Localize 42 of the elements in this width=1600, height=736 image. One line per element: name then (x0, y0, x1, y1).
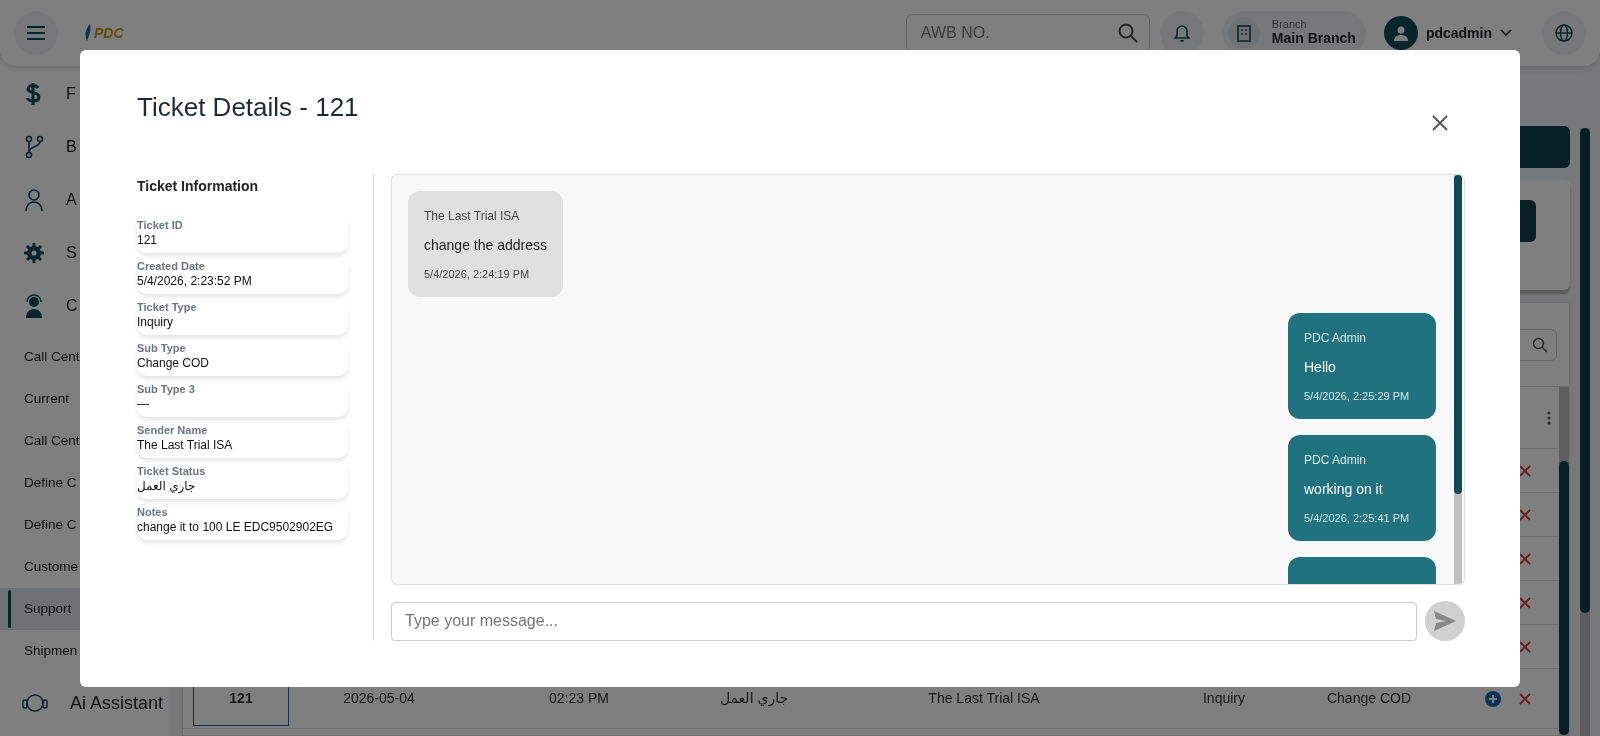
field-value: The Last Trial ISA (137, 437, 234, 454)
table-cell-text: Change COD (1325, 689, 1412, 708)
message-sender: PDC Admin (1304, 452, 1368, 469)
field-label: Ticket Type (137, 301, 198, 315)
field-value: 121 (137, 232, 159, 249)
message-sender: The Last Trial ISA (424, 208, 521, 225)
group-label: S (66, 242, 77, 263)
branch-name: Main Branch (1271, 30, 1356, 47)
message-time: 5/4/2026, 2:25:41 PM (1304, 511, 1411, 526)
dialog-title: Ticket Details - 121 (137, 92, 359, 124)
group-label: B (66, 136, 77, 157)
field-value: Inquiry (137, 314, 175, 331)
field-label: Sub Type 3 (137, 383, 196, 397)
table-cell-text: 2026-05-04 (342, 689, 416, 708)
field-label: Created Date (137, 260, 206, 274)
message-time: 5/4/2026, 2:24:19 PM (424, 267, 531, 282)
field-value: — (137, 396, 150, 413)
field-label: Notes (137, 506, 169, 520)
field-label: Ticket Status (137, 465, 207, 479)
field-label: Sub Type (137, 342, 187, 356)
field-value: جاري العمل (137, 478, 197, 495)
table-cell-text: Inquiry (1202, 689, 1246, 708)
table-cell-text: The Last Trial ISA (927, 689, 1041, 708)
branch-label: Branch (1271, 19, 1308, 31)
message-text: change the address (424, 236, 547, 255)
section-heading: Ticket Information (137, 177, 260, 196)
field-label: Sender Name (137, 424, 209, 438)
assistant-label: Ai Assistant (70, 691, 164, 715)
group-label: C (66, 295, 78, 316)
table-cell-text: جاري العمل (718, 689, 790, 709)
table-cell-text: 02:23 PM (548, 689, 610, 708)
logo-text: PDC (94, 23, 124, 43)
group-label: F (66, 83, 76, 104)
field-label: Ticket ID (137, 219, 184, 233)
field-value: change it to 100 LE EDC9502902EG (137, 519, 335, 536)
message-sender: PDC Admin (1304, 330, 1368, 347)
message-text: Hello (1304, 358, 1337, 377)
group-label: A (66, 189, 77, 210)
field-value: 5/4/2026, 2:23:52 PM (137, 273, 253, 290)
field-value: Change COD (137, 355, 211, 372)
message-text: working on it (1304, 480, 1384, 499)
message-time: 5/4/2026, 2:25:29 PM (1304, 389, 1411, 404)
